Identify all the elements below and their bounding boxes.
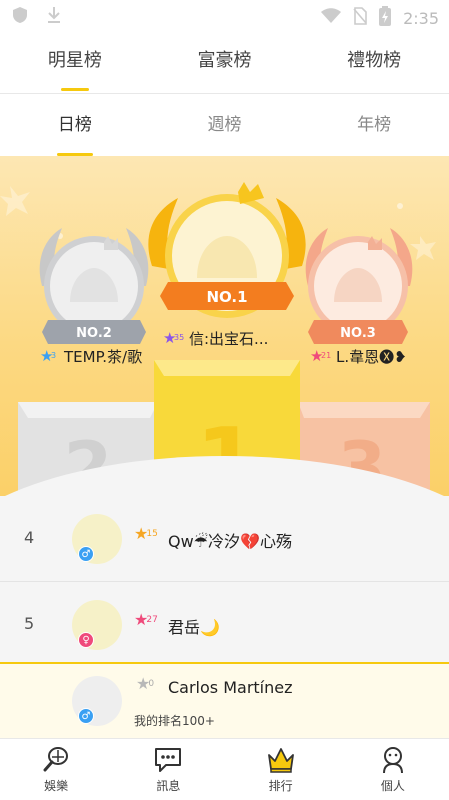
- tab-gift-ranking[interactable]: 禮物榜: [299, 32, 449, 93]
- level-star-icon: ★ 3: [40, 346, 57, 365]
- list-item[interactable]: 4 ♂ ★ 15 Qw☔冷汐💔心殇: [0, 496, 449, 582]
- nav-messages[interactable]: 訊息: [112, 739, 224, 800]
- battery-icon: [379, 6, 392, 30]
- level-star-icon: ★ 21: [310, 346, 332, 365]
- list-item[interactable]: 5 ♀ ★ 27 君岳🌙: [0, 582, 449, 668]
- rank-1-avatar-badge[interactable]: NO.1: [148, 182, 306, 318]
- nav-label: 個人: [380, 779, 405, 793]
- shield-icon: [12, 6, 28, 28]
- nav-ranking[interactable]: 排行: [225, 739, 337, 800]
- category-tabs: 明星榜 富豪榜 禮物榜: [0, 32, 449, 94]
- ranking-list: 4 ♂ ★ 15 Qw☔冷汐💔心殇 5 ♀ ★ 27 君岳🌙: [0, 496, 449, 668]
- tab-daily[interactable]: 日榜: [0, 94, 150, 156]
- level-star-icon: ★ 35: [163, 328, 185, 347]
- rank-1-user[interactable]: ★ 35 信:出宝石...: [163, 328, 268, 349]
- rank-3-user[interactable]: ★ 21 L.韋恩🅧❥: [310, 346, 407, 367]
- person-icon: [382, 747, 403, 774]
- download-icon: [46, 6, 62, 28]
- nav-label: 排行: [268, 779, 293, 793]
- bottom-navigation: 娛樂 訊息 排行 個人: [0, 738, 449, 800]
- nav-entertainment[interactable]: 娛樂: [0, 739, 112, 800]
- rank-3-name: L.韋恩🅧❥: [336, 348, 407, 366]
- crown-icon: [267, 748, 294, 773]
- rank-1-name: 信:出宝石...: [189, 330, 269, 348]
- period-tabs: 日榜 週榜 年榜: [0, 94, 449, 156]
- female-icon: ♀: [78, 632, 94, 648]
- level-badge: ★ 0: [136, 674, 155, 693]
- rank-2-name: TEMP.茶/歌: [64, 348, 143, 366]
- user-name: Qw☔冷汐💔心殇: [168, 532, 292, 551]
- level-badge: ★ 15: [134, 524, 158, 543]
- user-name: 君岳🌙: [168, 618, 220, 637]
- rank-2-avatar-badge[interactable]: NO.2: [39, 228, 149, 344]
- rank-1-label: NO.1: [206, 288, 247, 306]
- rank-2-user[interactable]: ★ 3 TEMP.茶/歌: [40, 346, 142, 367]
- top-three-podium: 2 3 1 NO.2 NO.3 NO.1 ★ 3 TEMP.茶/歌 ★ 35 信…: [0, 156, 449, 496]
- my-rank-text: 我的排名100+: [134, 714, 215, 728]
- clock: 2:35: [403, 8, 439, 28]
- tab-weekly[interactable]: 週榜: [150, 94, 300, 156]
- rank-2-label: NO.2: [76, 326, 112, 341]
- level-badge: ★ 27: [134, 610, 158, 629]
- rank-number: 4: [24, 528, 35, 547]
- my-name: Carlos Martínez: [168, 678, 293, 697]
- tab-star-ranking[interactable]: 明星榜: [0, 32, 150, 93]
- male-icon: ♂: [78, 708, 94, 724]
- tab-rich-ranking[interactable]: 富豪榜: [150, 32, 300, 93]
- wifi-icon: [321, 8, 342, 28]
- rank-number: 5: [24, 614, 35, 633]
- status-bar: 2:35: [0, 0, 449, 32]
- my-rank-bar[interactable]: ♂ ★ 0 Carlos Martínez 我的排名100+: [0, 662, 449, 738]
- chat-icon: [155, 748, 182, 772]
- racket-icon: [43, 747, 69, 772]
- nav-label: 訊息: [156, 779, 181, 793]
- rank-3-avatar-badge[interactable]: NO.3: [305, 228, 413, 344]
- nav-label: 娛樂: [44, 779, 69, 793]
- male-icon: ♂: [78, 546, 94, 562]
- rank-3-label: NO.3: [340, 326, 376, 341]
- no-sim-icon: [353, 7, 367, 29]
- tab-yearly[interactable]: 年榜: [299, 94, 449, 156]
- nav-profile[interactable]: 個人: [337, 739, 449, 800]
